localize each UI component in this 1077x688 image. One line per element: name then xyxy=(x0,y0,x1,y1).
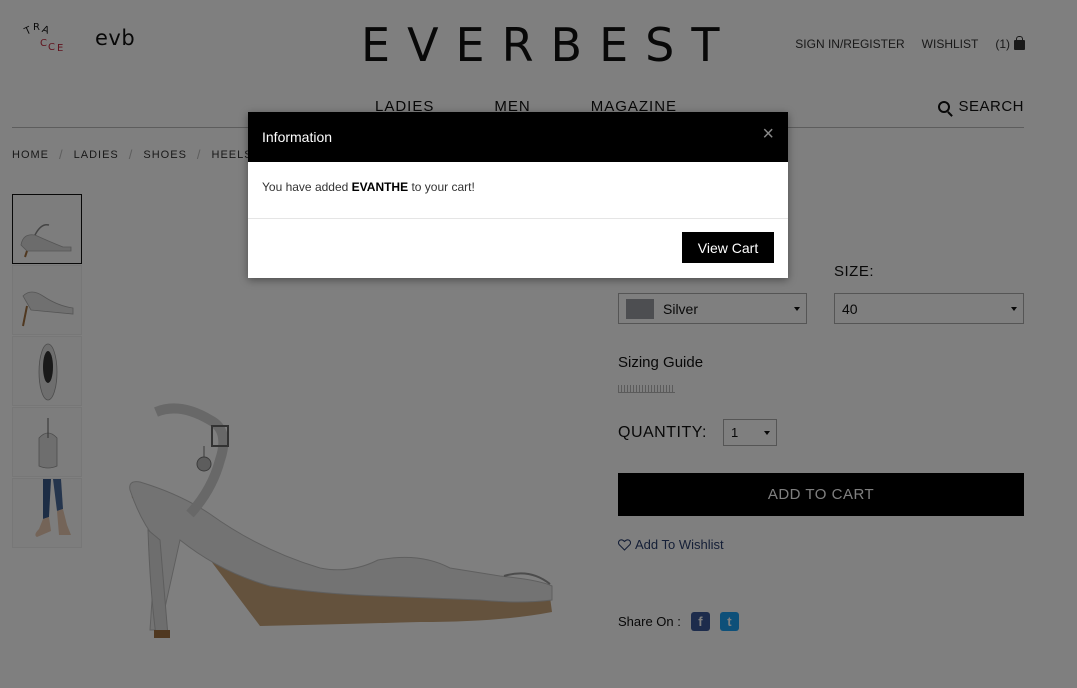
modal-footer: View Cart xyxy=(248,219,788,278)
modal-product-name: EVANTHE xyxy=(351,180,409,194)
modal-message-prefix: You have added xyxy=(262,180,352,194)
view-cart-button[interactable]: View Cart xyxy=(682,232,774,263)
modal-message: You have added EVANTHE to your cart! xyxy=(248,162,788,219)
modal-backdrop[interactable] xyxy=(0,0,1077,688)
info-modal: Information × You have added EVANTHE to … xyxy=(248,112,788,278)
modal-header: Information × xyxy=(248,112,788,162)
modal-message-suffix: to your cart! xyxy=(408,180,475,194)
modal-title: Information xyxy=(262,129,333,145)
close-icon[interactable]: × xyxy=(762,124,774,144)
